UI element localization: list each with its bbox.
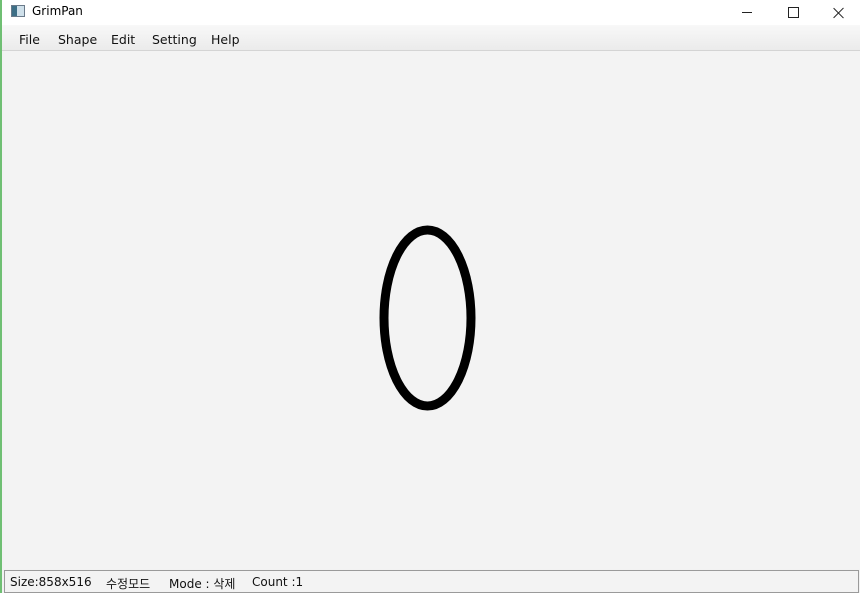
- close-button[interactable]: [816, 0, 860, 25]
- status-size: Size:858x516: [10, 575, 92, 589]
- canvas-drawing: [379, 225, 476, 411]
- menu-file[interactable]: File: [19, 32, 40, 47]
- minimize-button[interactable]: [724, 0, 770, 25]
- app-window: GrimPan File Shape Edit Setting Help Siz…: [0, 0, 860, 593]
- status-count: Count :1: [252, 575, 304, 589]
- menu-setting[interactable]: Setting: [152, 32, 197, 47]
- title-bar[interactable]: GrimPan: [2, 0, 860, 25]
- menu-shape[interactable]: Shape: [58, 32, 97, 47]
- drawing-canvas[interactable]: [4, 51, 860, 569]
- window-title: GrimPan: [32, 4, 83, 18]
- minimize-icon: [742, 12, 752, 13]
- menu-help[interactable]: Help: [211, 32, 240, 47]
- close-icon: [833, 7, 845, 19]
- status-mode: Mode : 삭제: [169, 577, 236, 591]
- status-bar: Size:858x516 수정모드 Mode : 삭제 Count :1: [4, 570, 859, 593]
- menu-bar: File Shape Edit Setting Help: [2, 25, 860, 51]
- app-icon: [11, 5, 25, 17]
- window-edge: [0, 0, 2, 593]
- status-edit-mode: 수정모드: [106, 577, 151, 591]
- maximize-button[interactable]: [770, 0, 816, 25]
- ellipse-shape[interactable]: [379, 225, 476, 411]
- maximize-icon: [787, 7, 799, 18]
- menu-edit[interactable]: Edit: [111, 32, 135, 47]
